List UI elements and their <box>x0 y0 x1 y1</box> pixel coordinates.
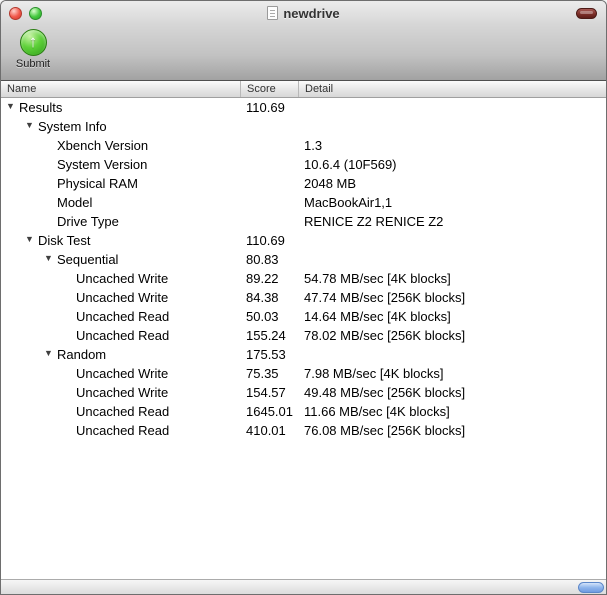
row-detail <box>299 345 606 364</box>
row-score: 75.35 <box>246 366 279 381</box>
table-row[interactable]: ▼Uncached Write154.5749.48 MB/sec [256K … <box>1 383 606 402</box>
toolbar-toggle-button[interactable] <box>576 8 597 19</box>
table-row[interactable]: ▼System Version10.6.4 (10F569) <box>1 155 606 174</box>
row-detail: 49.48 MB/sec [256K blocks] <box>304 385 466 400</box>
row-label: Uncached Read <box>76 328 170 343</box>
disclosure-triangle-icon[interactable]: ▼ <box>44 345 57 363</box>
table-row[interactable]: ▼Uncached Read1645.0111.66 MB/sec [4K bl… <box>1 402 606 421</box>
table-row[interactable]: ▼Uncached Read410.0176.08 MB/sec [256K b… <box>1 421 606 440</box>
row-detail: 47.74 MB/sec [256K blocks] <box>304 290 466 305</box>
row-detail <box>299 250 606 269</box>
results-table: ▼Results110.69▼System Info▼Xbench Versio… <box>1 98 606 580</box>
row-label: Random <box>57 347 107 362</box>
table-row[interactable]: ▼Uncached Read155.2478.02 MB/sec [256K b… <box>1 326 606 345</box>
row-label: Uncached Read <box>76 404 170 419</box>
row-label: System Version <box>57 157 148 172</box>
upload-arrow-icon: ↑ <box>19 29 47 56</box>
row-detail: 76.08 MB/sec [256K blocks] <box>304 423 466 438</box>
table-row[interactable]: ▼ Sequential 80.83 <box>1 250 606 269</box>
column-header-detail[interactable]: Detail <box>299 81 606 97</box>
table-row[interactable]: ▼ Disk Test 110.69 <box>1 231 606 250</box>
title-bar[interactable]: newdrive <box>1 1 606 25</box>
row-detail: 7.98 MB/sec [4K blocks] <box>304 366 444 381</box>
row-score <box>241 155 299 174</box>
row-detail <box>299 98 606 117</box>
submit-button[interactable]: ↑ Submit <box>9 29 57 70</box>
row-score: 89.22 <box>246 271 279 286</box>
disclosure-triangle-icon[interactable]: ▼ <box>25 231 38 249</box>
table-row[interactable]: ▼ System Info <box>1 117 606 136</box>
row-label: Sequential <box>57 252 119 267</box>
row-label: Uncached Read <box>76 423 170 438</box>
row-score: 1645.01 <box>246 404 293 419</box>
disclosure-triangle-icon[interactable]: ▼ <box>6 98 19 116</box>
title-group: newdrive <box>267 5 340 21</box>
row-detail <box>299 117 606 136</box>
table-row[interactable]: ▼Xbench Version1.3 <box>1 136 606 155</box>
row-score: 84.38 <box>246 290 279 305</box>
row-detail: 78.02 MB/sec [256K blocks] <box>304 328 466 343</box>
row-detail: 1.3 <box>304 138 323 153</box>
table-header: Name Score Detail <box>1 81 606 98</box>
column-header-name[interactable]: Name <box>1 81 241 97</box>
row-label: Model <box>57 195 93 210</box>
table-row[interactable]: ▼Uncached Write75.357.98 MB/sec [4K bloc… <box>1 364 606 383</box>
row-score: 155.24 <box>246 328 286 343</box>
row-detail: 2048 MB <box>304 176 357 191</box>
row-label: Drive Type <box>57 214 119 229</box>
row-label: Uncached Write <box>76 290 169 305</box>
row-score: 50.03 <box>246 309 279 324</box>
disclosure-triangle-icon[interactable]: ▼ <box>44 250 57 268</box>
row-score <box>241 193 299 212</box>
window-title: newdrive <box>283 5 340 21</box>
disclosure-triangle-icon[interactable]: ▼ <box>25 117 38 135</box>
row-label: Uncached Read <box>76 309 170 324</box>
row-label: Results <box>19 100 63 115</box>
row-score <box>241 117 299 136</box>
row-detail: 14.64 MB/sec [4K blocks] <box>304 309 451 324</box>
row-detail: RENICE Z2 RENICE Z2 <box>304 214 444 229</box>
toolbar: ↑ Submit <box>1 25 606 81</box>
traffic-lights <box>9 1 42 25</box>
row-detail: 11.66 MB/sec [4K blocks] <box>304 404 450 419</box>
row-label: Physical RAM <box>57 176 138 191</box>
row-score: 175.53 <box>246 347 286 362</box>
row-label: Disk Test <box>38 233 91 248</box>
row-score: 80.83 <box>246 252 279 267</box>
row-score <box>241 174 299 193</box>
row-detail: MacBookAir1,1 <box>304 195 393 210</box>
table-row[interactable]: ▼Physical RAM2048 MB <box>1 174 606 193</box>
table-row[interactable]: ▼ Random 175.53 <box>1 345 606 364</box>
zoom-button[interactable] <box>29 6 42 20</box>
row-label: Uncached Write <box>76 271 169 286</box>
row-score: 110.69 <box>246 100 285 115</box>
table-row[interactable]: ▼Uncached Read50.0314.64 MB/sec [4K bloc… <box>1 307 606 326</box>
submit-button-label: Submit <box>15 58 51 70</box>
horizontal-scrollbar[interactable] <box>1 579 606 594</box>
row-score: 410.01 <box>246 423 286 438</box>
document-icon <box>267 6 279 20</box>
row-detail: 54.78 MB/sec [4K blocks] <box>304 271 451 286</box>
row-label: Xbench Version <box>57 138 149 153</box>
row-detail: 10.6.4 (10F569) <box>304 157 397 172</box>
table-row[interactable]: ▼Uncached Write89.2254.78 MB/sec [4K blo… <box>1 269 606 288</box>
row-label: Uncached Write <box>76 385 169 400</box>
row-score <box>241 136 299 155</box>
app-window: newdrive ↑ Submit Name Score Detail ▼ Res… <box>0 0 607 595</box>
row-score: 154.57 <box>246 385 286 400</box>
scroll-thumb[interactable] <box>578 582 604 593</box>
row-score <box>241 212 299 231</box>
row-label: Uncached Write <box>76 366 169 381</box>
table-row[interactable]: ▼ Results 110.69 <box>1 98 606 117</box>
table-row[interactable]: ▼Drive TypeRENICE Z2 RENICE Z2 <box>1 212 606 231</box>
row-label: System Info <box>38 119 107 134</box>
table-row[interactable]: ▼ModelMacBookAir1,1 <box>1 193 606 212</box>
row-score: 110.69 <box>246 233 285 248</box>
column-header-score[interactable]: Score <box>241 81 299 97</box>
close-button[interactable] <box>9 6 22 20</box>
table-row[interactable]: ▼Uncached Write84.3847.74 MB/sec [256K b… <box>1 288 606 307</box>
row-detail <box>299 231 606 250</box>
